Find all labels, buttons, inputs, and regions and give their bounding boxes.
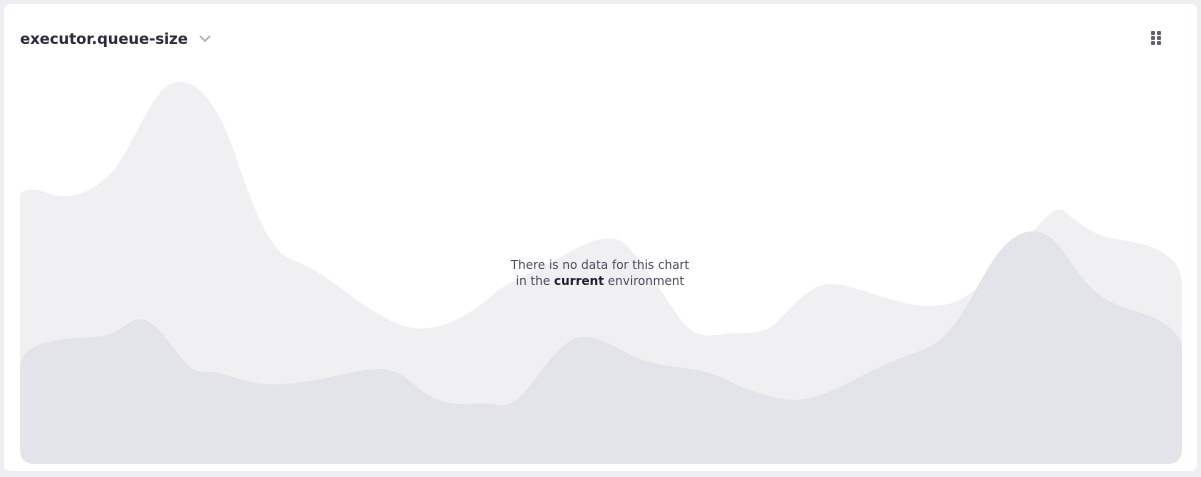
metric-selector[interactable]: executor.queue-size: [20, 30, 212, 48]
chart-widget-card: executor.queue-size There is no data for…: [4, 4, 1197, 471]
empty-state-line-2: in the current environment: [400, 273, 800, 289]
widget-title: executor.queue-size: [20, 30, 188, 48]
empty-state-message: There is no data for this chart in the c…: [400, 257, 800, 289]
empty-state-prefix: in the: [515, 274, 555, 288]
empty-state-suffix: environment: [603, 274, 685, 288]
empty-state-line-1: There is no data for this chart: [510, 258, 690, 272]
widget-menu-button[interactable]: [1144, 28, 1168, 52]
dots-grid-icon: [1150, 30, 1162, 50]
environment-emphasis: current: [554, 274, 604, 288]
chevron-down-icon[interactable]: [198, 32, 212, 46]
